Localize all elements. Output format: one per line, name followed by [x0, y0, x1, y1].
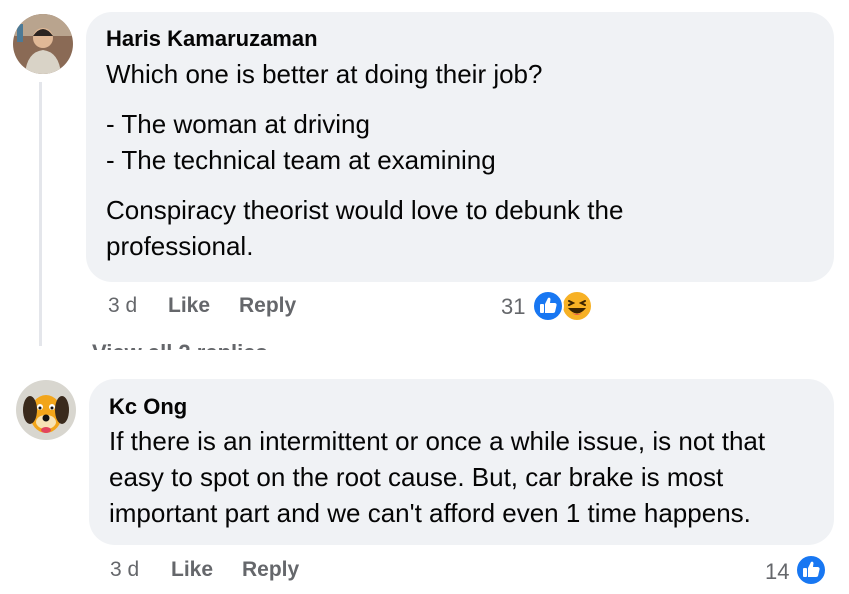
- comment-timestamp[interactable]: 3 d: [110, 557, 139, 583]
- view-replies-cutoff[interactable]: View all 2 replies: [92, 340, 268, 350]
- comment-text-line: Conspiracy theorist would love to debunk…: [106, 195, 624, 225]
- comment-text-line: If there is an intermittent or once a wh…: [109, 426, 766, 456]
- comment-author[interactable]: Kc Ong: [109, 393, 814, 421]
- reply-button[interactable]: Reply: [239, 293, 296, 319]
- comment-timestamp[interactable]: 3 d: [108, 293, 137, 319]
- like-icon: [795, 554, 827, 586]
- like-button[interactable]: Like: [171, 557, 213, 583]
- comment-author[interactable]: Haris Kamaruzaman: [106, 26, 814, 52]
- comment-text-line: Which one is better at doing their job?: [106, 59, 543, 89]
- like-button[interactable]: Like: [168, 293, 210, 319]
- comment-bubble: Kc Ong If there is an intermittent or on…: [89, 379, 834, 545]
- comment-list-item: - The technical team at examining: [106, 145, 496, 175]
- comment-text-line: important part and we can't afford even …: [109, 498, 751, 528]
- like-icon: [532, 290, 564, 322]
- reply-button[interactable]: Reply: [242, 557, 299, 583]
- comment-text-line: easy to spot on the root cause. But, car…: [109, 462, 724, 492]
- haha-icon: [561, 290, 593, 322]
- avatar-kc-ong[interactable]: [16, 380, 76, 440]
- comment-list-item: - The woman at driving: [106, 109, 370, 139]
- comment-bubble: Haris Kamaruzaman Which one is better at…: [86, 12, 834, 282]
- avatar-haris[interactable]: [13, 14, 73, 74]
- comment-actions: 3 d Like Reply: [108, 293, 408, 321]
- comment-actions: 3 d Like Reply: [110, 557, 410, 585]
- reaction-count[interactable]: 31: [501, 294, 525, 320]
- thread-line: [39, 82, 42, 346]
- comment-text-line: professional.: [106, 231, 254, 261]
- reaction-count[interactable]: 14: [765, 559, 789, 585]
